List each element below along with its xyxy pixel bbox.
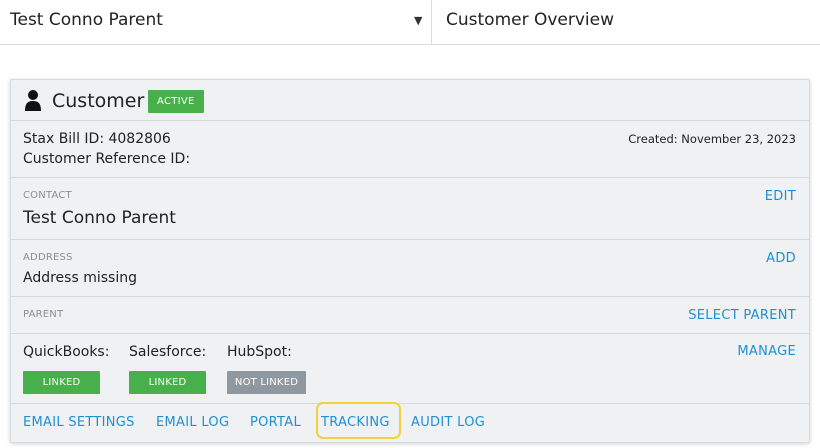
tracking-link[interactable]: TRACKING — [321, 415, 390, 430]
customer-select[interactable]: Test Conno Parent ▼ — [0, 0, 432, 44]
created-date: Created: November 23, 2023 — [628, 132, 796, 146]
hubspot-status[interactable]: NOT LINKED — [227, 371, 306, 394]
manage-integrations-button[interactable]: MANAGE — [737, 344, 796, 359]
caret-down-icon: ▼ — [414, 14, 423, 27]
contact-name: Test Conno Parent — [23, 208, 176, 228]
parent-label: PARENT — [23, 309, 64, 320]
edit-contact-button[interactable]: EDIT — [765, 189, 796, 204]
salesforce-status[interactable]: LINKED — [129, 371, 206, 394]
email-settings-link[interactable]: EMAIL SETTINGS — [23, 415, 135, 430]
select-parent-button[interactable]: SELECT PARENT — [688, 308, 796, 323]
portal-link[interactable]: PORTAL — [250, 415, 301, 430]
card-header: Customer ACTIVE — [11, 80, 809, 121]
quickbooks-status[interactable]: LINKED — [23, 371, 100, 394]
hubspot-label: HubSpot: — [227, 344, 292, 360]
person-icon — [25, 90, 41, 111]
contact-section: CONTACT Test Conno Parent EDIT — [11, 178, 809, 240]
quickbooks-label: QuickBooks: — [23, 344, 110, 360]
customer-select-value: Test Conno Parent — [10, 10, 163, 30]
status-badge: ACTIVE — [148, 90, 204, 113]
parent-section: PARENT SELECT PARENT — [11, 297, 809, 334]
address-section: ADDRESS Address missing ADD — [11, 240, 809, 297]
customer-card: Customer ACTIVE Stax Bill ID: 4082806 Cu… — [10, 79, 810, 443]
integrations-section: QuickBooks: Salesforce: HubSpot: LINKED … — [11, 334, 809, 404]
stax-bill-id: Stax Bill ID: 4082806 — [23, 131, 171, 147]
address-label: ADDRESS — [23, 252, 73, 263]
email-log-link[interactable]: EMAIL LOG — [156, 415, 229, 430]
audit-log-link[interactable]: AUDIT LOG — [411, 415, 485, 430]
customer-reference-id: Customer Reference ID: — [23, 151, 191, 167]
card-title: Customer — [52, 90, 145, 112]
contact-label: CONTACT — [23, 190, 72, 201]
customer-ids-section: Stax Bill ID: 4082806 Customer Reference… — [11, 121, 809, 178]
address-value: Address missing — [23, 270, 137, 286]
add-address-button[interactable]: ADD — [766, 251, 796, 266]
salesforce-label: Salesforce: — [129, 344, 207, 360]
footer-links: EMAIL SETTINGS EMAIL LOG PORTAL TRACKING… — [11, 402, 809, 444]
top-bar: Test Conno Parent ▼ Customer Overview — [0, 0, 820, 45]
page-title: Customer Overview — [446, 10, 615, 30]
